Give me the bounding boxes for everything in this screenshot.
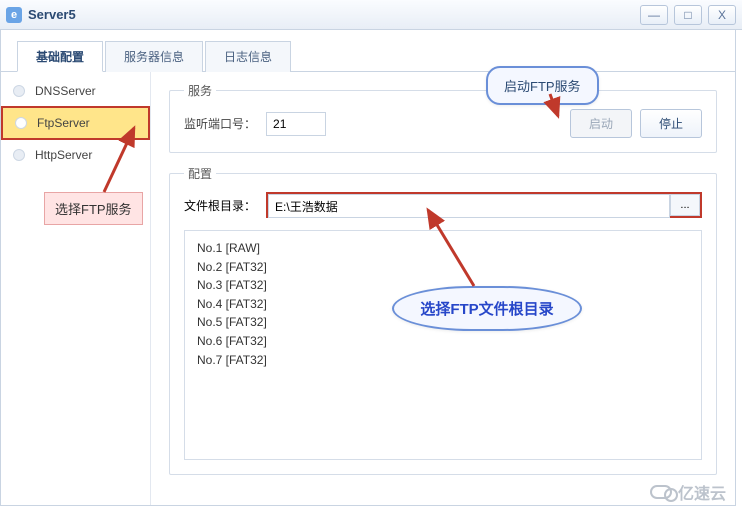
list-item: No.2 [FAT32] <box>197 258 689 277</box>
config-legend: 配置 <box>184 165 216 182</box>
status-dot-icon <box>13 149 25 161</box>
window-title: Server5 <box>28 7 76 22</box>
server-item-http[interactable]: HttpServer <box>1 140 150 170</box>
tab-bar: 基础配置 服务器信息 日志信息 <box>1 30 735 72</box>
server-item-label: DNSServer <box>35 84 96 98</box>
annotation-select-root: 选择FTP文件根目录 <box>392 286 582 331</box>
browse-button[interactable]: ... <box>670 194 700 216</box>
server-item-label: FtpServer <box>37 116 90 130</box>
minimize-button[interactable]: — <box>640 5 668 25</box>
annotation-select-ftp: 选择FTP服务 <box>44 192 143 225</box>
service-legend: 服务 <box>184 82 216 99</box>
titlebar: e Server5 — □ X <box>0 0 742 30</box>
service-fieldset: 服务 监听端口号： 启动 停止 <box>169 82 717 153</box>
server-list: DNSServer FtpServer HttpServer <box>1 72 151 505</box>
tab-basic-config[interactable]: 基础配置 <box>17 41 103 72</box>
server-item-dns[interactable]: DNSServer <box>1 76 150 106</box>
maximize-button[interactable]: □ <box>674 5 702 25</box>
annotation-start-ftp: 启动FTP服务 <box>486 66 599 105</box>
port-input[interactable] <box>266 112 326 136</box>
watermark-text: 亿速云 <box>678 480 726 504</box>
root-dir-box: ... <box>266 192 702 218</box>
list-item: No.1 [RAW] <box>197 239 689 258</box>
status-dot-icon <box>13 85 25 97</box>
watermark-icon <box>650 485 672 499</box>
window-body: 基础配置 服务器信息 日志信息 DNSServer FtpServer Http… <box>0 30 736 506</box>
close-button[interactable]: X <box>708 5 736 25</box>
watermark: 亿速云 <box>650 480 726 504</box>
content-area: DNSServer FtpServer HttpServer 服务 监听端口号：… <box>1 72 735 505</box>
server-item-label: HttpServer <box>35 148 92 162</box>
list-item: No.6 [FAT32] <box>197 332 689 351</box>
stop-button[interactable]: 停止 <box>640 109 702 138</box>
window-controls: — □ X <box>640 5 736 25</box>
list-item: No.7 [FAT32] <box>197 351 689 370</box>
root-dir-label: 文件根目录： <box>184 197 256 214</box>
root-dir-input[interactable] <box>268 194 670 218</box>
partition-listing: No.1 [RAW] No.2 [FAT32] No.3 [FAT32] No.… <box>184 230 702 460</box>
server-item-ftp[interactable]: FtpServer <box>1 106 150 140</box>
port-label: 监听端口号： <box>184 115 256 132</box>
status-dot-icon <box>15 117 27 129</box>
start-button[interactable]: 启动 <box>570 109 632 138</box>
tab-server-info[interactable]: 服务器信息 <box>105 41 203 72</box>
app-icon: e <box>6 7 22 23</box>
tab-log-info[interactable]: 日志信息 <box>205 41 291 72</box>
